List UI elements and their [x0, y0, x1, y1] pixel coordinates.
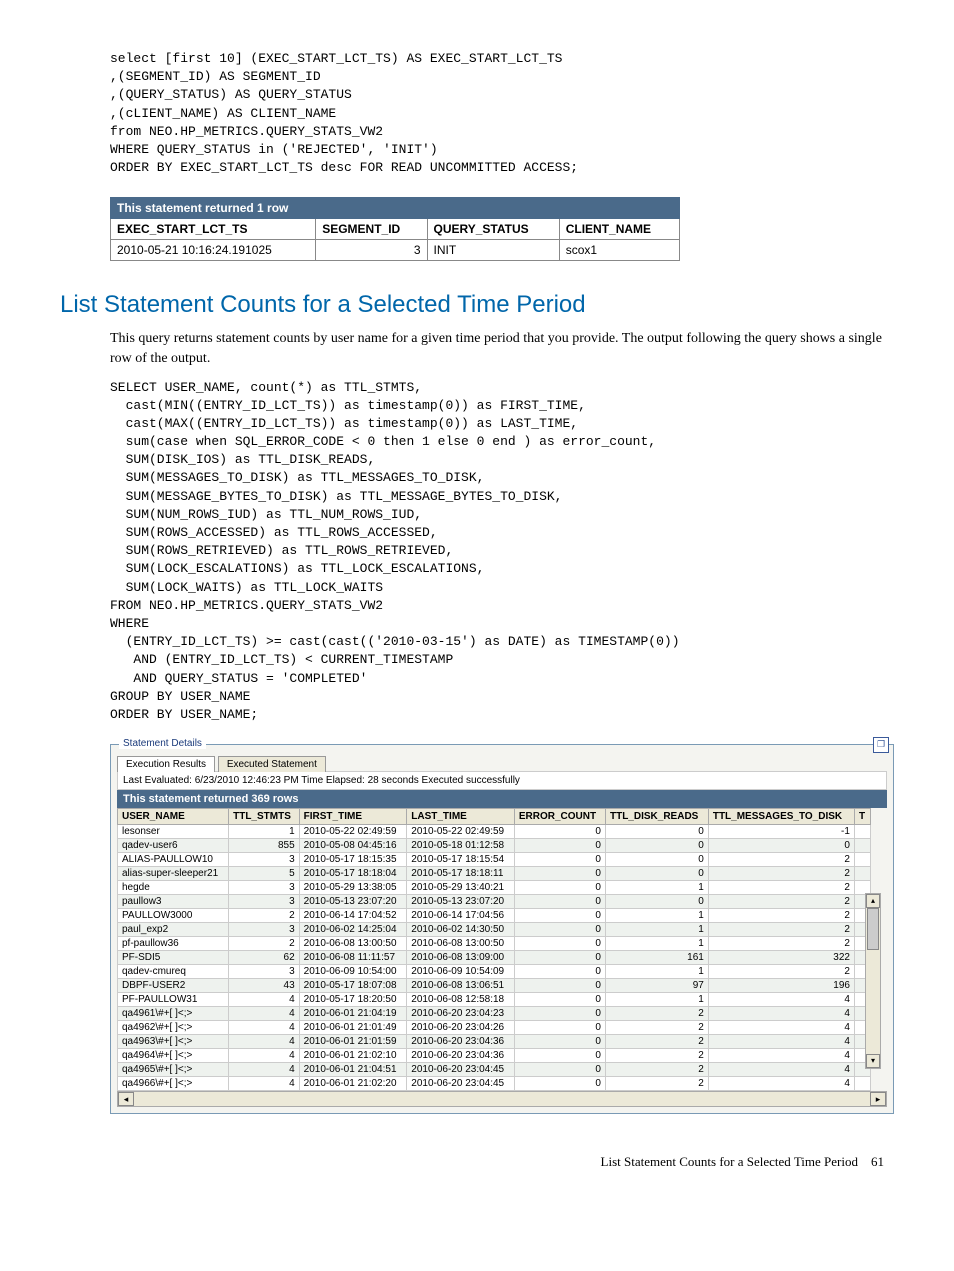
- scroll-right-icon[interactable]: ▸: [870, 1092, 886, 1106]
- table-row: 2010-05-21 10:16:24.191025 3 INIT scox1: [111, 240, 680, 261]
- grid-row[interactable]: qadev-cmureq32010-06-09 10:54:002010-06-…: [118, 965, 871, 979]
- grid-row[interactable]: alias-super-sleeper2152010-05-17 18:18:0…: [118, 867, 871, 881]
- grid-row[interactable]: hegde32010-05-29 13:38:052010-05-29 13:4…: [118, 881, 871, 895]
- section-heading: List Statement Counts for a Selected Tim…: [60, 291, 894, 319]
- grid-col-header[interactable]: FIRST_TIME: [299, 809, 407, 825]
- grid-col-header[interactable]: ERROR_COUNT: [514, 809, 605, 825]
- grid-row[interactable]: PF-SDI5622010-06-08 11:11:572010-06-08 1…: [118, 951, 871, 965]
- result-banner: This statement returned 1 row: [111, 198, 680, 219]
- grid-col-header[interactable]: USER_NAME: [118, 809, 229, 825]
- col-header: QUERY_STATUS: [427, 219, 559, 240]
- panel-legend: Statement Details: [119, 738, 206, 749]
- col-header: CLIENT_NAME: [559, 219, 679, 240]
- grid-row[interactable]: qa4964\#+[ ]<;>42010-06-01 21:02:102010-…: [118, 1049, 871, 1063]
- scroll-up-icon[interactable]: ▴: [866, 894, 880, 908]
- grid-row[interactable]: qa4966\#+[ ]<;>42010-06-01 21:02:202010-…: [118, 1077, 871, 1091]
- status-line: Last Evaluated: 6/23/2010 12:46:23 PM Ti…: [117, 771, 887, 789]
- grid-row[interactable]: paullow332010-05-13 23:07:202010-05-13 2…: [118, 895, 871, 909]
- grid-row[interactable]: PAULLOW300022010-06-14 17:04:522010-06-1…: [118, 909, 871, 923]
- scroll-down-icon[interactable]: ▾: [866, 1054, 880, 1068]
- grid-row[interactable]: PF-PAULLOW3142010-05-17 18:20:502010-06-…: [118, 993, 871, 1007]
- rows-returned-banner: This statement returned 369 rows: [117, 789, 887, 808]
- page-footer: List Statement Counts for a Selected Tim…: [60, 1154, 894, 1170]
- sql-code-block-2: SELECT USER_NAME, count(*) as TTL_STMTS,…: [110, 379, 894, 725]
- statement-details-panel: Statement Details ❐ Execution Results Ex…: [110, 744, 894, 1114]
- body-paragraph: This query returns statement counts by u…: [110, 329, 894, 368]
- grid-col-header[interactable]: TTL_STMTS: [229, 809, 300, 825]
- grid-row[interactable]: qa4965\#+[ ]<;>42010-06-01 21:04:512010-…: [118, 1063, 871, 1077]
- grid-row[interactable]: qa4963\#+[ ]<;>42010-06-01 21:01:592010-…: [118, 1035, 871, 1049]
- vertical-scrollbar[interactable]: ▴ ▾: [865, 893, 881, 1069]
- grid-col-header[interactable]: T: [854, 809, 870, 825]
- result-table-1: This statement returned 1 row EXEC_START…: [110, 197, 680, 261]
- scroll-thumb[interactable]: [867, 908, 879, 950]
- page-number: 61: [871, 1154, 884, 1169]
- sql-code-block-1: select [first 10] (EXEC_START_LCT_TS) AS…: [110, 50, 894, 177]
- horizontal-scrollbar[interactable]: ◂ ▸: [117, 1091, 887, 1107]
- grid-col-header[interactable]: TTL_DISK_READS: [605, 809, 708, 825]
- grid-col-header[interactable]: LAST_TIME: [407, 809, 515, 825]
- grid-row[interactable]: qa4962\#+[ ]<;>42010-06-01 21:01:492010-…: [118, 1021, 871, 1035]
- grid-row[interactable]: lesonser12010-05-22 02:49:592010-05-22 0…: [118, 825, 871, 839]
- tab-execution-results[interactable]: Execution Results: [117, 756, 215, 772]
- grid-row[interactable]: paul_exp232010-06-02 14:25:042010-06-02 …: [118, 923, 871, 937]
- col-header: SEGMENT_ID: [316, 219, 427, 240]
- grid-col-header[interactable]: TTL_MESSAGES_TO_DISK: [708, 809, 854, 825]
- tab-executed-statement[interactable]: Executed Statement: [218, 756, 326, 772]
- grid-header-row: USER_NAMETTL_STMTSFIRST_TIMELAST_TIMEERR…: [118, 809, 871, 825]
- col-header: EXEC_START_LCT_TS: [111, 219, 316, 240]
- grid-row[interactable]: qadev-user68552010-05-08 04:45:162010-05…: [118, 839, 871, 853]
- tab-strip: Execution Results Executed Statement: [117, 755, 887, 771]
- footer-title: List Statement Counts for a Selected Tim…: [601, 1154, 858, 1169]
- scroll-left-icon[interactable]: ◂: [118, 1092, 134, 1106]
- restore-window-icon[interactable]: ❐: [873, 737, 889, 753]
- grid-row[interactable]: DBPF-USER2432010-05-17 18:07:082010-06-0…: [118, 979, 871, 993]
- grid-row[interactable]: pf-paullow3622010-06-08 13:00:502010-06-…: [118, 937, 871, 951]
- grid-row[interactable]: ALIAS-PAULLOW1032010-05-17 18:15:352010-…: [118, 853, 871, 867]
- results-grid[interactable]: USER_NAMETTL_STMTSFIRST_TIMELAST_TIMEERR…: [117, 808, 871, 1091]
- grid-row[interactable]: qa4961\#+[ ]<;>42010-06-01 21:04:192010-…: [118, 1007, 871, 1021]
